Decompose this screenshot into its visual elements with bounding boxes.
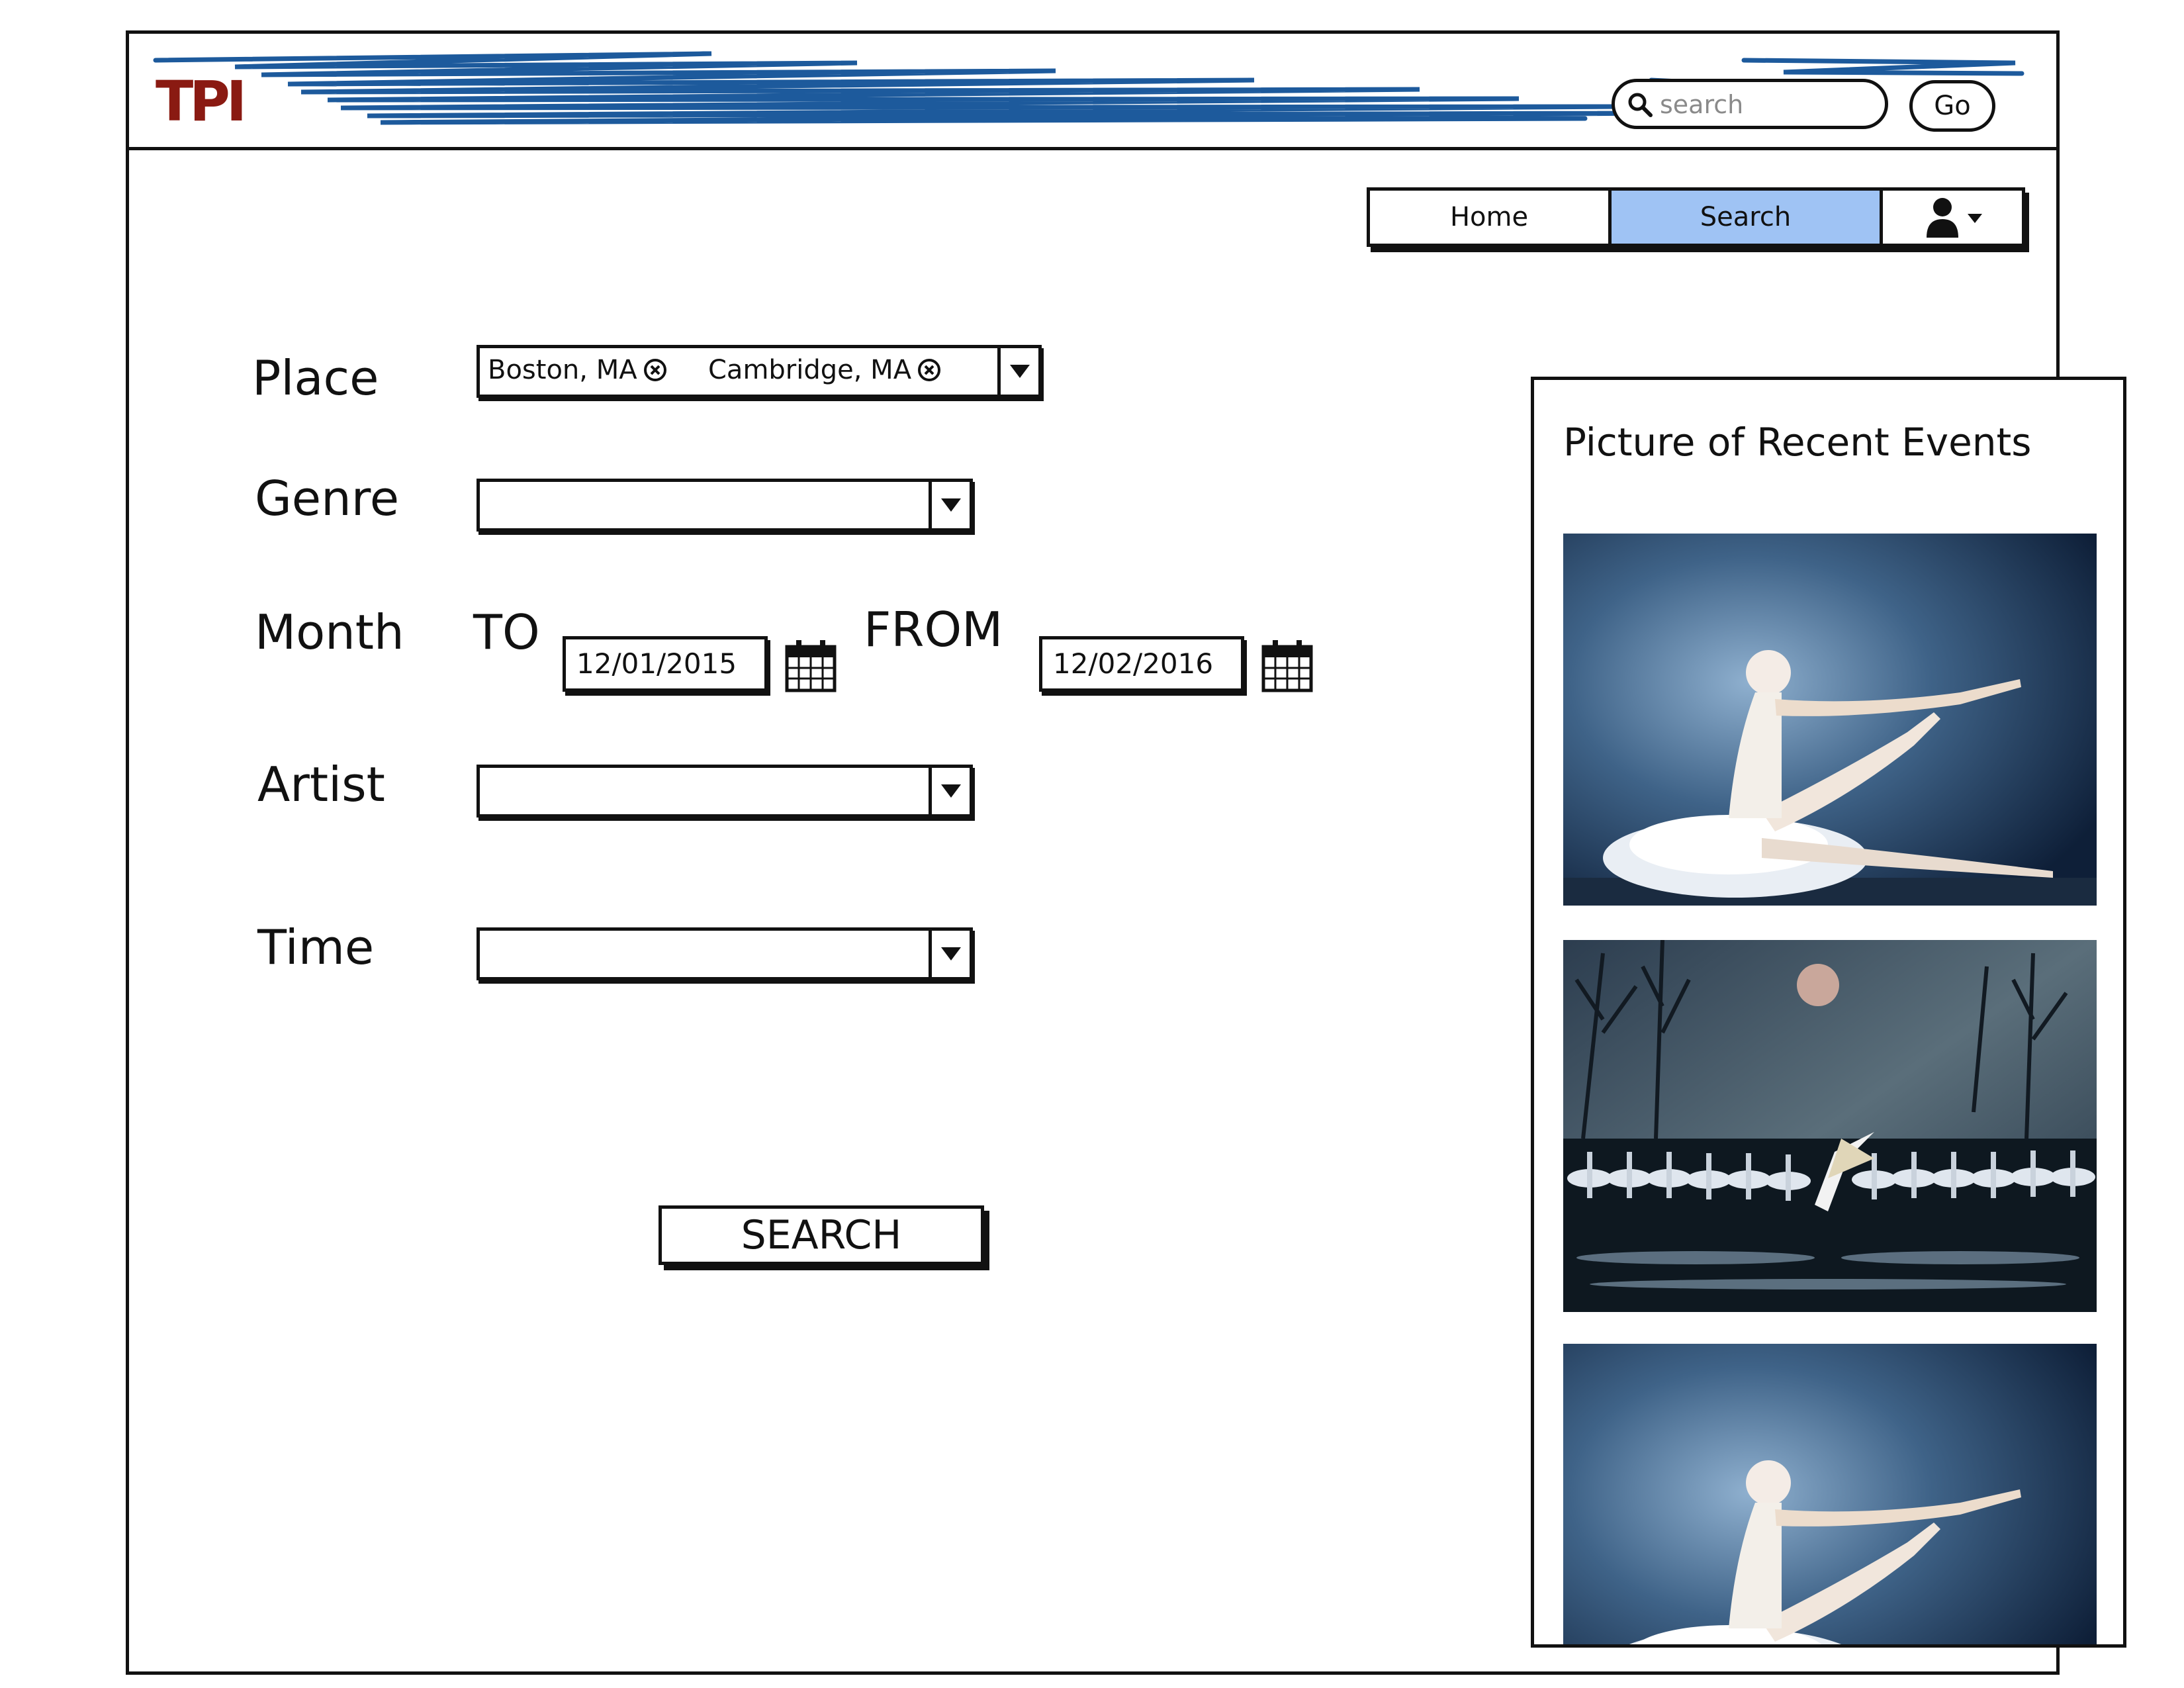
nav-search[interactable]: Search <box>1612 191 1883 244</box>
nav-bar: Home Search <box>1367 187 2025 247</box>
event-photo-ballerina[interactable] <box>1563 1344 2097 1648</box>
to-label: TO <box>473 604 540 660</box>
artist-select[interactable] <box>477 765 973 818</box>
place-tag: Boston, MA <box>488 355 668 385</box>
month-label: Month <box>255 604 404 660</box>
user-icon <box>1927 198 1982 238</box>
search-icon <box>1628 93 1653 117</box>
genre-select[interactable] <box>477 479 973 532</box>
search-input[interactable] <box>1660 89 1872 120</box>
place-tag-label: Cambridge, MA <box>708 355 912 385</box>
place-label: Place <box>252 350 379 406</box>
place-tag: Cambridge, MA <box>708 355 942 385</box>
to-date-input[interactable]: 12/01/2015 <box>563 636 768 692</box>
time-select[interactable] <box>477 927 973 980</box>
search-button[interactable]: SEARCH <box>659 1205 984 1265</box>
genre-label: Genre <box>255 471 400 526</box>
dropdown-arrow-icon[interactable] <box>929 768 970 814</box>
search-box[interactable] <box>1612 79 1888 129</box>
go-button[interactable]: Go <box>1909 80 1995 132</box>
user-menu-button[interactable] <box>1883 191 2022 244</box>
artist-label: Artist <box>257 757 385 812</box>
from-label: FROM <box>864 602 1003 657</box>
time-label: Time <box>257 919 375 975</box>
calendar-icon[interactable] <box>784 637 837 693</box>
calendar-icon[interactable] <box>1261 637 1314 693</box>
logo[interactable]: TPI <box>156 73 247 129</box>
place-multiselect[interactable]: Boston, MA Cambridge, MA <box>477 345 1042 398</box>
page-frame: TPI Go Home Search Place Boston, MA <box>126 30 2126 1675</box>
remove-tag-icon[interactable] <box>643 357 668 383</box>
event-photo-corps[interactable] <box>1563 940 2097 1312</box>
dropdown-arrow-icon[interactable] <box>997 348 1038 395</box>
remove-tag-icon[interactable] <box>917 357 942 383</box>
from-date-input[interactable]: 12/02/2016 <box>1039 636 1244 692</box>
nav-home[interactable]: Home <box>1370 191 1612 244</box>
dropdown-arrow-icon[interactable] <box>929 931 970 977</box>
place-tag-label: Boston, MA <box>488 355 637 385</box>
header: TPI Go <box>129 34 2056 150</box>
event-photo-ballerina[interactable] <box>1563 534 2097 906</box>
dropdown-arrow-icon[interactable] <box>929 482 970 528</box>
panel-title: Picture of Recent Events <box>1563 420 2032 465</box>
recent-events-panel: Picture of Recent Events <box>1531 377 2126 1648</box>
